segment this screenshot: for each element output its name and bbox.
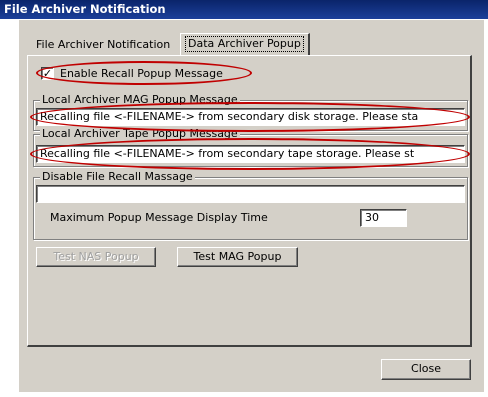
enable-recall-label: Enable Recall Popup Message — [60, 66, 223, 80]
tab-file-archiver-notification[interactable]: File Archiver Notification — [32, 36, 178, 56]
dialog-window: File Archiver Notification File Archiver… — [0, 0, 488, 397]
tab-data-archiver-popup-label: Data Archiver Popup — [185, 36, 304, 52]
tape-popup-group-label: Local Archiver Tape Popup Message — [40, 127, 240, 141]
close-button[interactable]: Close — [381, 359, 471, 380]
test-mag-popup-button[interactable]: Test MAG Popup — [177, 247, 298, 267]
mag-popup-message-field[interactable]: Recalling file <-FILENAME-> from seconda… — [36, 108, 465, 126]
tape-popup-message-field[interactable]: Recalling file <-FILENAME-> from seconda… — [36, 145, 465, 163]
mag-popup-group-label: Local Archiver MAG Popup Message — [40, 93, 240, 107]
disable-recall-message-field[interactable] — [36, 185, 465, 203]
test-nas-popup-button[interactable]: Test NAS Popup — [36, 247, 156, 267]
max-display-time-label: Maximum Popup Message Display Time — [50, 211, 268, 224]
tab-data-archiver-popup[interactable]: Data Archiver Popup — [180, 33, 310, 55]
window-title: File Archiver Notification — [0, 0, 488, 19]
max-display-time-field[interactable]: 30 — [360, 209, 407, 227]
enable-recall-checkbox[interactable]: ✓ — [41, 66, 54, 80]
dialog-body: File Archiver Notification Data Archiver… — [19, 20, 484, 392]
enable-recall-row[interactable]: ✓ Enable Recall Popup Message — [41, 65, 223, 81]
disable-recall-group-label: Disable File Recall Massage — [40, 170, 195, 184]
